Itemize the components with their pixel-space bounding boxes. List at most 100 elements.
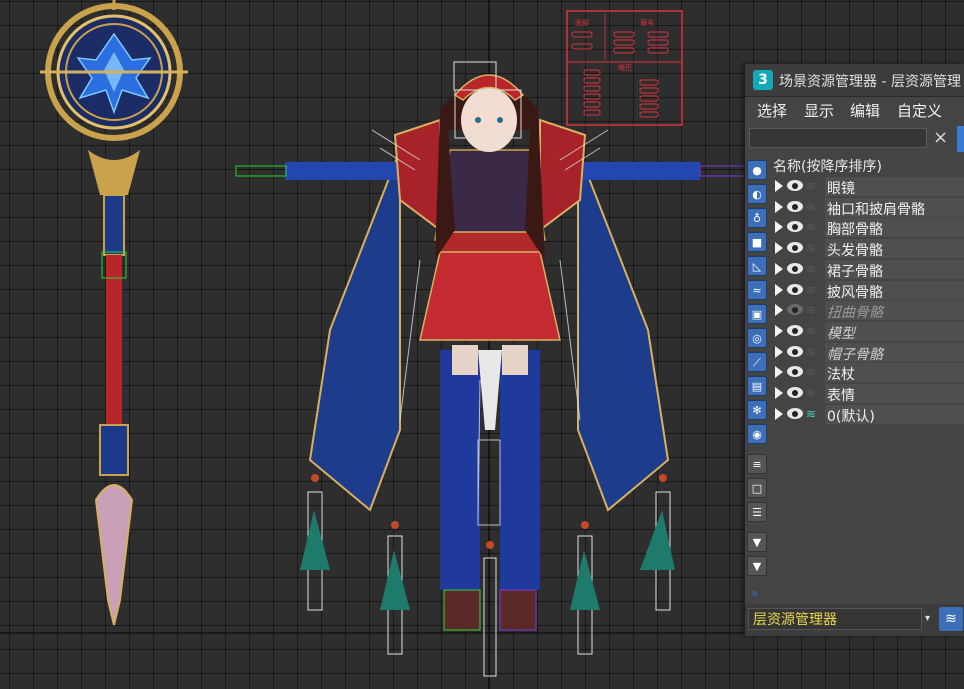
panel-titlebar[interactable]: 3 场景资源管理器 - 层资源管理 [745,64,964,97]
eye-icon[interactable] [787,242,803,254]
chevron-down-icon[interactable]: ▾ [925,608,935,630]
layer-row[interactable]: ≋ 0(默认) [773,404,964,425]
layer-name: 头发骨骼 [827,243,883,260]
spacewarp-icon[interactable]: ≈ [747,280,767,300]
layer-stack-icon[interactable]: ≋ [806,324,820,338]
rig-label-mouth: 嘴巴 [618,63,632,72]
layer-name: 眼镜 [827,181,855,197]
eye-icon[interactable] [787,200,803,212]
expand-triangle-icon[interactable] [775,283,783,296]
column-header-label: 名称(按降序排序) [773,159,882,175]
eye-icon[interactable]: ◉ [747,424,767,444]
layer-stack-icon[interactable]: ≋ [806,386,820,400]
bone-icon[interactable]: ⟋ [747,352,767,372]
panel-title: 场景资源管理器 - 层资源管理 [779,74,961,90]
layer-stack-icon[interactable]: ≋ [806,262,820,276]
square-icon[interactable]: □ [747,478,767,498]
filter-toggle-button[interactable] [957,126,964,152]
layer-row[interactable]: ≋ 模型 [773,321,964,342]
expand-triangle-icon[interactable] [775,180,783,192]
eye-icon[interactable] [787,387,803,398]
sphere-icon[interactable]: ● [747,160,767,180]
expand-triangle-icon[interactable] [775,242,783,255]
group-icon[interactable]: ▣ [747,304,767,324]
container-icon[interactable]: ▤ [747,376,767,396]
expand-triangle-icon[interactable] [775,407,783,420]
menu-select[interactable]: 选择 [757,100,787,121]
camera-icon[interactable]: ■ [747,232,767,252]
freeze-icon[interactable]: ✻ [747,400,767,420]
light-icon[interactable]: ♁ [747,208,767,228]
expand-chevron-icon[interactable]: » [751,586,758,600]
eye-icon[interactable] [787,345,803,357]
expand-triangle-icon[interactable] [775,304,783,317]
layer-row[interactable]: ≋ 表情 [773,383,964,404]
expand-triangle-icon[interactable] [775,366,783,379]
layer-name: 表情 [827,388,855,404]
layer-stack-icon[interactable]: ≋ [806,220,820,234]
eye-hidden-icon[interactable] [787,304,803,316]
layer-row[interactable]: ≋ 帽子骨骼 [773,342,964,363]
layer-row[interactable]: ≋ 扭曲骨骼 [773,300,964,322]
rig-label-brow: 眉毛 [640,18,654,27]
expand-triangle-icon[interactable] [775,262,783,275]
details-icon[interactable]: ☰ [747,502,767,522]
layer-stack-icon[interactable]: ≋ [806,283,820,297]
layer-name: 帽子骨骼 [827,346,883,363]
eye-icon[interactable] [787,283,803,295]
layer-stack-icon[interactable]: ≋ [806,200,820,214]
layer-row[interactable]: ≋ 法杖 [773,362,964,384]
search-input[interactable] [749,128,927,148]
layer-name: 胸部骨骼 [827,222,883,239]
shapes-icon[interactable]: ◐ [747,184,767,204]
expand-triangle-icon[interactable] [775,221,783,234]
eye-icon[interactable] [787,180,803,191]
expand-triangle-icon[interactable] [775,345,783,358]
layer-row[interactable]: ≋ 裙子骨骼 [773,259,964,280]
rig-label-face: 面部 [575,18,589,27]
panel-bottom-bar: 层资源管理器 ▾ ≋ [745,604,964,636]
layer-stack-icon[interactable]: ≋ [806,365,820,379]
layer-name: 扭曲骨骼 [827,305,883,322]
layer-explorer-panel: 3 场景资源管理器 - 层资源管理 选择 显示 编辑 自定义 × ● ◐ ♁ ■… [744,64,964,636]
list-icon[interactable]: ≡ [747,454,767,474]
layer-name: 袖口和披肩骨骼 [827,201,925,218]
app-logo-icon: 3 [753,70,773,90]
layer-row[interactable]: ≋ 头发骨骼 [773,238,964,260]
layer-row[interactable]: ≋ 袖口和披肩骨骼 [773,197,964,218]
layers-icon[interactable]: ≋ [939,607,963,631]
close-icon[interactable]: × [933,127,948,149]
filter-icon[interactable]: ▼ [747,556,767,576]
panel-menubar: 选择 显示 编辑 自定义 [745,96,964,124]
eye-icon[interactable] [787,324,803,336]
layer-row[interactable]: ≋ 披风骨骼 [773,280,964,301]
layer-stack-icon[interactable]: ≋ [806,303,820,317]
expand-triangle-icon[interactable] [775,387,783,399]
expand-triangle-icon[interactable] [775,324,783,337]
layer-stack-icon[interactable]: ≋ [806,179,820,193]
xref-icon[interactable]: ◎ [747,328,767,348]
helper-icon[interactable]: ◺ [747,256,767,276]
facial-rig-panel: 面部 眉毛 嘴巴 [566,10,683,126]
expand-triangle-icon[interactable] [775,200,783,213]
staff-model [40,0,188,626]
layer-stack-icon[interactable]: ≋ [806,241,820,255]
menu-customize[interactable]: 自定义 [897,100,942,121]
active-layer-icon[interactable]: ≋ [806,407,820,421]
layer-row[interactable]: ≋ 胸部骨骼 [773,217,964,239]
layer-name: 法杖 [827,367,855,384]
layer-stack-icon[interactable]: ≋ [806,345,820,359]
eye-icon[interactable] [787,262,803,274]
eye-icon[interactable] [787,407,803,419]
menu-edit[interactable]: 编辑 [850,100,880,121]
column-header[interactable]: 名称(按降序排序) [773,156,964,176]
layer-name: 0(默认) [827,408,875,425]
layer-name: 披风骨骼 [827,284,883,301]
eye-icon[interactable] [787,366,803,378]
layer-row[interactable]: ≋ 眼镜 [773,176,964,197]
menu-display[interactable]: 显示 [804,100,834,121]
filter-clear-icon[interactable]: ▼ [747,532,767,552]
explorer-selector[interactable]: 层资源管理器 [748,608,922,630]
eye-icon[interactable] [787,221,803,233]
character-model [235,61,746,677]
